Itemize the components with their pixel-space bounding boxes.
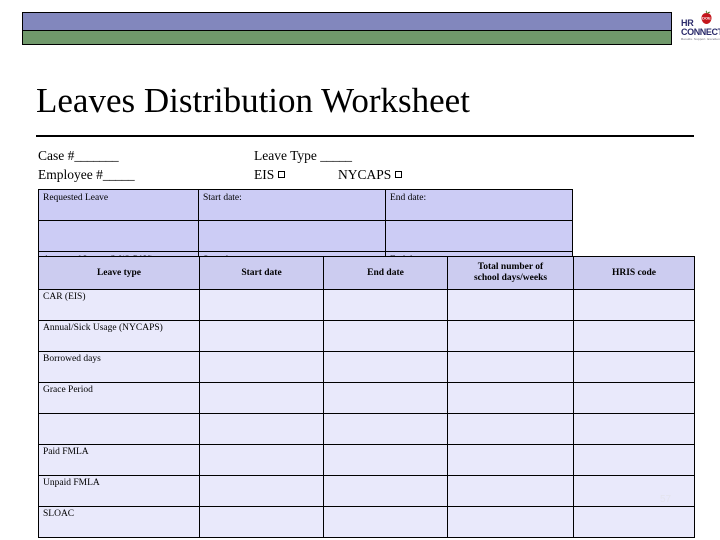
cell-unpaid-fmla-total[interactable] [447, 475, 574, 507]
logo-text-connect: CONNECT [681, 27, 720, 37]
case-info-row-2: Employee #_____ EIS NYCAPS [38, 165, 698, 184]
cell-grace-period-end[interactable] [323, 382, 448, 414]
eis-checkbox[interactable] [278, 171, 286, 178]
employee-number-blank[interactable]: _____ [103, 167, 135, 182]
row-label-paid-fmla: Paid FMLA [38, 444, 200, 476]
requested-leave-start-date[interactable]: Start date: [198, 189, 386, 221]
nycaps-label: NYCAPS [338, 167, 392, 182]
row-label-car-eis: CAR (EIS) [38, 289, 200, 321]
column-header-hris-code: HRIS code [573, 256, 695, 290]
table-header-row: Leave type Start date End date Total num… [38, 256, 695, 290]
apple-icon: DOE [701, 10, 712, 24]
cell-annual-sick-hris[interactable] [573, 320, 695, 352]
cell-paid-fmla-total[interactable] [447, 444, 574, 476]
employee-number-label: Employee # [38, 167, 103, 182]
case-number-blank[interactable]: _______ [74, 148, 118, 163]
cell-sloac-hris[interactable] [573, 506, 695, 538]
row-label-grace-period: Grace Period [38, 382, 200, 414]
cell-borrowed-days-hris[interactable] [573, 351, 695, 383]
spacer-cell [198, 220, 386, 252]
cell-borrowed-days-end[interactable] [323, 351, 448, 383]
gap-cell [38, 413, 200, 445]
logo-tagline: Results. Support. Excellence. [681, 37, 720, 41]
cell-paid-fmla-end[interactable] [323, 444, 448, 476]
header-band-purple [22, 12, 672, 31]
leave-type-blank[interactable]: _____ [320, 148, 352, 163]
column-header-total-line2: school days/weeks [473, 273, 548, 283]
column-header-total-line1: Total number of [477, 262, 544, 272]
row-label-sloac: SLOAC [38, 506, 200, 538]
eis-label: EIS [254, 167, 275, 182]
table-spacer-row [38, 220, 573, 252]
employee-number-field: Employee #_____ [38, 165, 135, 184]
cell-paid-fmla-start[interactable] [199, 444, 324, 476]
case-info-row-1: Case #_______ Leave Type _____ [38, 146, 698, 165]
cell-grace-period-hris[interactable] [573, 382, 695, 414]
column-header-leave-type: Leave type [38, 256, 200, 290]
cell-car-eis-start[interactable] [199, 289, 324, 321]
leaves-distribution-table: Leave type Start date End date Total num… [38, 256, 695, 538]
cell-sloac-start[interactable] [199, 506, 324, 538]
table-row: Annual/Sick Usage (NYCAPS) [38, 320, 695, 352]
cell-car-eis-end[interactable] [323, 289, 448, 321]
requested-leave-end-date[interactable]: End date: [385, 189, 573, 221]
gap-cell [573, 413, 695, 445]
requested-leave-label: Requested Leave [38, 189, 199, 221]
nycaps-checkbox[interactable] [395, 171, 403, 178]
cell-car-eis-hris[interactable] [573, 289, 695, 321]
row-label-annual-sick-usage: Annual/Sick Usage (NYCAPS) [38, 320, 200, 352]
page-number: 57 [660, 494, 672, 505]
gap-cell [199, 413, 324, 445]
gap-cell [447, 413, 574, 445]
title-divider [36, 135, 694, 137]
table-row: Unpaid FMLA [38, 475, 695, 507]
cell-grace-period-total[interactable] [447, 382, 574, 414]
cell-annual-sick-end[interactable] [323, 320, 448, 352]
case-number-field: Case #_______ [38, 146, 119, 165]
row-label-borrowed-days: Borrowed days [38, 351, 200, 383]
cell-borrowed-days-total[interactable] [447, 351, 574, 383]
row-label-unpaid-fmla: Unpaid FMLA [38, 475, 200, 507]
case-number-label: Case # [38, 148, 75, 163]
column-header-total-days: Total number of school days/weeks [447, 256, 574, 290]
cell-unpaid-fmla-end[interactable] [323, 475, 448, 507]
cell-paid-fmla-hris[interactable] [573, 444, 695, 476]
svg-text:DOE: DOE [702, 16, 711, 21]
table-row: CAR (EIS) [38, 289, 695, 321]
header-decorative-band [22, 12, 672, 45]
cell-car-eis-total[interactable] [447, 289, 574, 321]
spacer-cell [38, 220, 199, 252]
cell-unpaid-fmla-start[interactable] [199, 475, 324, 507]
cell-grace-period-start[interactable] [199, 382, 324, 414]
table-row: Requested Leave Start date: End date: [38, 189, 573, 221]
header-band-green [22, 31, 672, 45]
cell-borrowed-days-start[interactable] [199, 351, 324, 383]
nycaps-checkbox-group[interactable]: NYCAPS [338, 165, 403, 184]
eis-checkbox-group[interactable]: EIS [254, 165, 286, 184]
table-group-gap-row [38, 413, 695, 445]
spacer-cell [385, 220, 573, 252]
case-info-block: Case #_______ Leave Type _____ Employee … [38, 146, 698, 184]
leave-type-label: Leave Type [254, 148, 317, 163]
table-row: SLOAC [38, 506, 695, 538]
cell-annual-sick-start[interactable] [199, 320, 324, 352]
hr-connect-logo: DOE HR CONNECT Results. Support. Excelle… [681, 10, 720, 50]
cell-sloac-end[interactable] [323, 506, 448, 538]
cell-sloac-total[interactable] [447, 506, 574, 538]
table-row: Grace Period [38, 382, 695, 414]
table-row: Borrowed days [38, 351, 695, 383]
gap-cell [323, 413, 448, 445]
page-title: Leaves Distribution Worksheet [36, 81, 470, 120]
column-header-end-date: End date [323, 256, 448, 290]
cell-unpaid-fmla-hris[interactable] [573, 475, 695, 507]
table-row: Paid FMLA [38, 444, 695, 476]
cell-annual-sick-total[interactable] [447, 320, 574, 352]
leave-type-field: Leave Type _____ [254, 146, 352, 165]
column-header-start-date: Start date [199, 256, 324, 290]
